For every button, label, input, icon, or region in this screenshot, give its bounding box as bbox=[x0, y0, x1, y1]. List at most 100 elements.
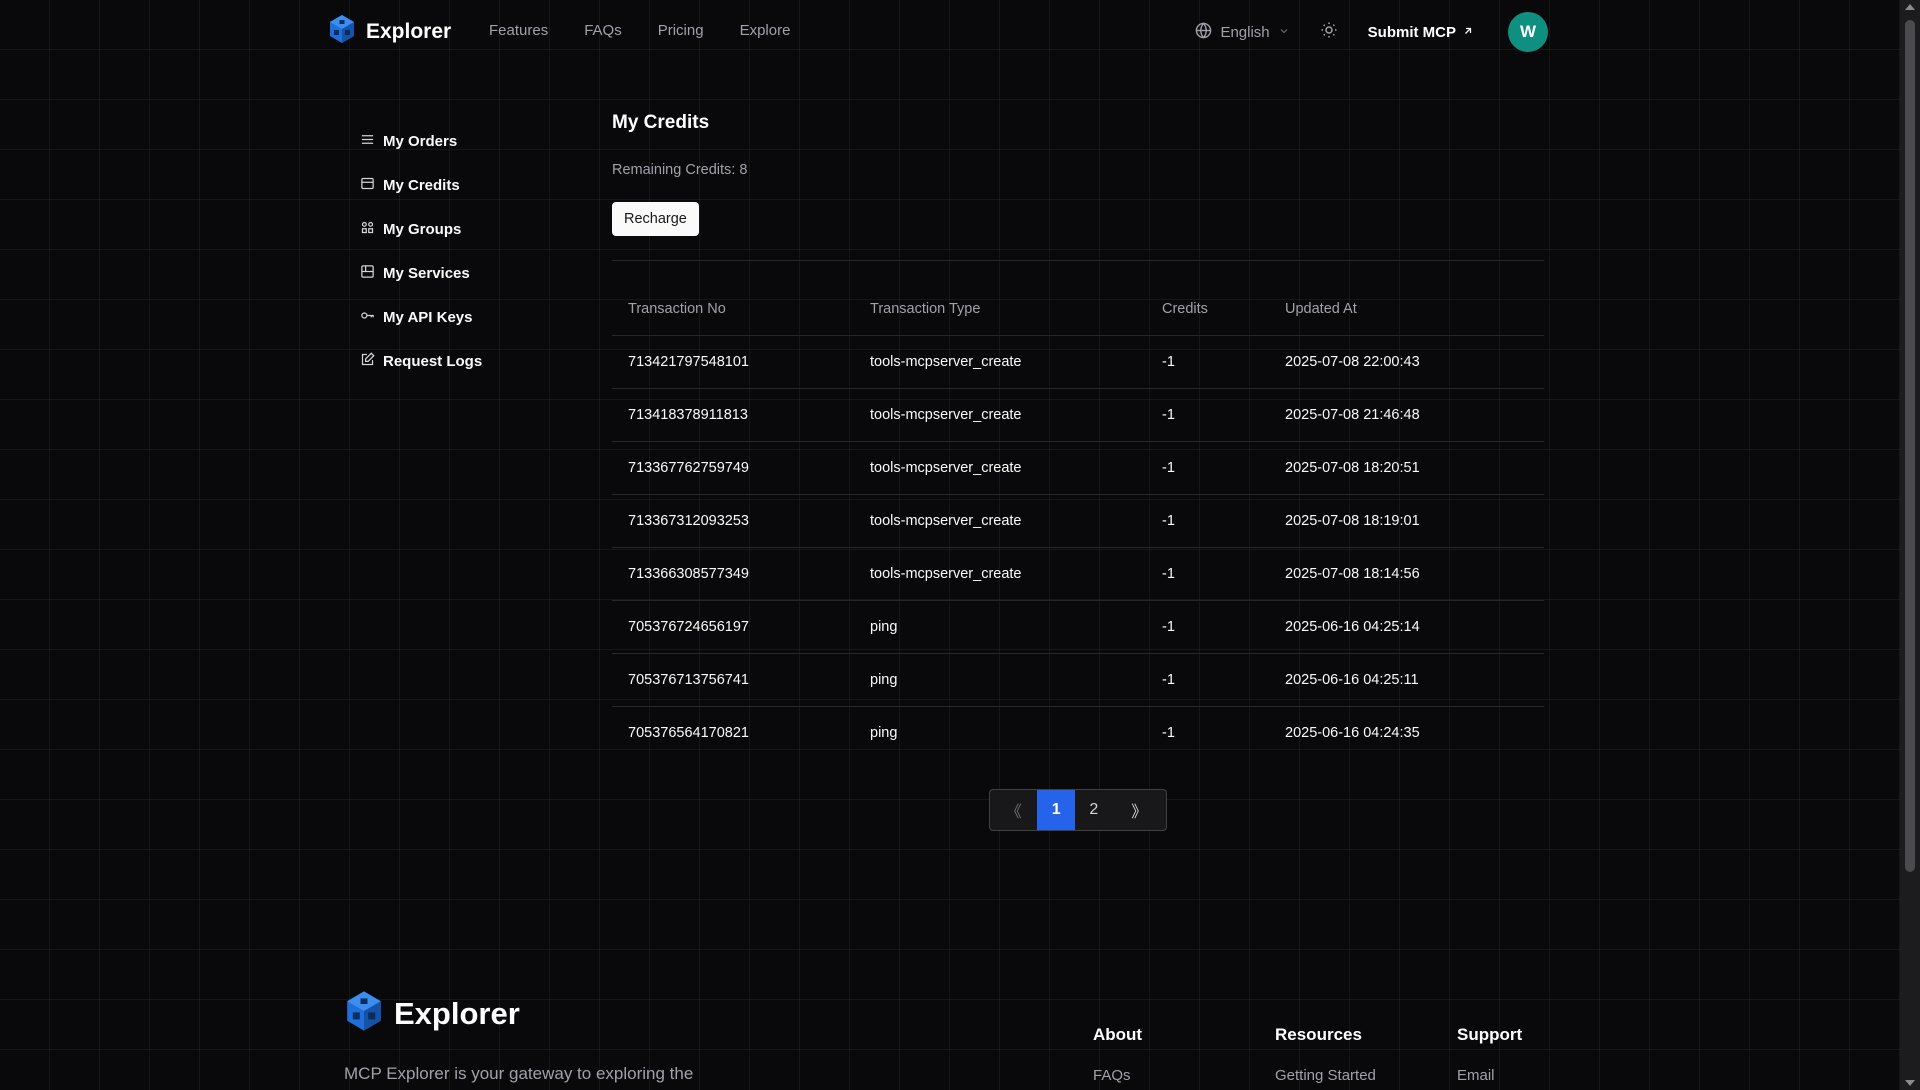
updated-at-cell: 2025-06-16 04:25:14 bbox=[1269, 600, 1544, 654]
brand-name: Explorer bbox=[366, 19, 452, 43]
sidebar-item-request-logs[interactable]: Request Logs bbox=[360, 339, 482, 383]
sidebar-item-label: Request Logs bbox=[383, 352, 483, 370]
transaction-type-cell: tools-mcpserver_create bbox=[854, 335, 1146, 389]
footer-link-faqs[interactable]: FAQs bbox=[1093, 1067, 1142, 1084]
transaction-no-cell: 713367762759749 bbox=[612, 441, 854, 495]
language-selector[interactable]: English bbox=[1195, 21, 1290, 43]
nav-features[interactable]: Features bbox=[489, 22, 548, 39]
transactions-table: Transaction No Transaction Type Credits … bbox=[612, 283, 1544, 759]
footer-heading: Resources bbox=[1275, 1025, 1362, 1044]
credits-cell: -1 bbox=[1146, 388, 1269, 442]
footer-link-getting-started[interactable]: Getting Started bbox=[1275, 1067, 1376, 1084]
column-header: Updated At bbox=[1269, 283, 1544, 336]
transaction-no-cell: 705376713756741 bbox=[612, 653, 854, 707]
sidebar-item-my-orders[interactable]: My Orders bbox=[360, 119, 482, 163]
transaction-type-cell: tools-mcpserver_create bbox=[854, 494, 1146, 548]
recharge-button[interactable]: Recharge bbox=[612, 202, 699, 236]
user-avatar[interactable]: W bbox=[1508, 12, 1548, 52]
footer-brand-name: Explorer bbox=[394, 995, 520, 1031]
transaction-no-cell: 705376724656197 bbox=[612, 600, 854, 654]
page: Explorer Features FAQs Pricing Explore E… bbox=[0, 0, 1920, 1090]
table-row: 713367762759749 tools-mcpserver_create -1 2… bbox=[612, 441, 1544, 495]
footer-heading: Support bbox=[1457, 1025, 1523, 1044]
updated-at-cell: 2025-07-08 18:14:56 bbox=[1269, 547, 1544, 601]
sun-icon bbox=[1320, 21, 1338, 44]
arrow-up-right-icon bbox=[1462, 24, 1474, 41]
submit-mcp-label: Submit MCP bbox=[1367, 23, 1456, 41]
theme-toggle[interactable] bbox=[1320, 21, 1338, 44]
next-page-button[interactable]: 》 bbox=[1113, 790, 1166, 830]
updated-at-cell: 2025-07-08 22:00:43 bbox=[1269, 335, 1544, 389]
transaction-no-cell: 713367312093253 bbox=[612, 494, 854, 548]
table-header-row: Transaction No Transaction Type Credits … bbox=[612, 283, 1544, 336]
table-row: 705376724656197 ping -1 2025-06-16 04:25:14 bbox=[612, 600, 1544, 654]
footer-link-email[interactable]: Email bbox=[1457, 1067, 1522, 1084]
credits-cell: -1 bbox=[1146, 653, 1269, 707]
footer-heading: About bbox=[1093, 1025, 1143, 1044]
scrollbar-thumb[interactable] bbox=[1905, 20, 1915, 872]
nav-pricing[interactable]: Pricing bbox=[658, 22, 704, 39]
transaction-no-cell: 713421797548101 bbox=[612, 335, 854, 389]
transaction-type-cell: tools-mcpserver_create bbox=[854, 441, 1146, 495]
nav-faqs[interactable]: FAQs bbox=[584, 22, 622, 39]
credits-panel: My Credits Remaining Credits: 8 Recharge… bbox=[612, 112, 1544, 759]
header-actions: English Submit MCP W bbox=[1195, 12, 1548, 52]
footer-column-about: About FAQs bbox=[1093, 1025, 1142, 1084]
prev-page-button[interactable]: 《 bbox=[990, 790, 1037, 830]
footer-brand[interactable]: Explorer bbox=[344, 990, 520, 1037]
scroll-down-arrow-icon[interactable] bbox=[1905, 1080, 1915, 1086]
page-title: My Credits bbox=[612, 112, 710, 133]
page-button-1[interactable]: 1 bbox=[1037, 790, 1076, 830]
footer-column-support: Support Email bbox=[1457, 1025, 1522, 1084]
log-edit-icon bbox=[360, 351, 375, 371]
table-row: 705376713756741 ping -1 2025-06-16 04:25:11 bbox=[612, 653, 1544, 707]
page-button-2[interactable]: 2 bbox=[1075, 790, 1113, 830]
updated-at-cell: 2025-06-16 04:24:35 bbox=[1285, 724, 1420, 741]
list-icon bbox=[360, 132, 375, 151]
footer-column-resources: Resources Getting Started bbox=[1275, 1025, 1376, 1084]
transaction-type-cell: tools-mcpserver_create bbox=[854, 388, 1146, 442]
services-icon bbox=[360, 264, 375, 283]
updated-at-cell: 2025-07-08 18:19:01 bbox=[1269, 494, 1544, 548]
scroll-up-arrow-icon[interactable] bbox=[1905, 4, 1915, 10]
table-body: 713421797548101 tools-mcpserver_create -1 2… bbox=[612, 335, 1544, 759]
transaction-no-cell: 713418378911813 bbox=[612, 388, 854, 442]
submit-mcp-link[interactable]: Submit MCP bbox=[1368, 24, 1474, 41]
table-row: 713418378911813 tools-mcpserver_create -1 2… bbox=[612, 388, 1544, 442]
sidebar-item-label: My Credits bbox=[383, 176, 460, 194]
key-icon bbox=[360, 308, 375, 327]
transaction-type-cell: ping bbox=[870, 724, 898, 741]
transaction-type-cell: ping bbox=[854, 653, 1146, 707]
column-header: Transaction No bbox=[612, 283, 854, 336]
sidebar-item-my-credits[interactable]: My Credits bbox=[360, 163, 482, 207]
column-header: Transaction Type bbox=[854, 283, 1146, 336]
account-sidebar: My Orders My Credits My Groups My Servic… bbox=[360, 119, 482, 383]
credits-cell: -1 bbox=[1146, 441, 1269, 495]
updated-at-cell: 2025-07-08 21:46:48 bbox=[1269, 388, 1544, 442]
brand-logo[interactable]: Explorer bbox=[328, 14, 451, 49]
nav-explore[interactable]: Explore bbox=[740, 22, 791, 39]
sidebar-item-label: My Orders bbox=[383, 132, 458, 150]
credit-card-icon bbox=[360, 176, 375, 195]
cube-logo-icon bbox=[328, 14, 356, 49]
main-nav: Features FAQs Pricing Explore bbox=[489, 22, 790, 39]
table-row: 705376564170821 ping -1 2025-06-16 04:24:35 bbox=[612, 706, 1544, 759]
credits-cell: -1 bbox=[1146, 494, 1269, 548]
transaction-no-cell: 705376564170821 bbox=[628, 724, 749, 741]
sidebar-item-my-services[interactable]: My Services bbox=[360, 251, 482, 295]
page-scrollbar[interactable] bbox=[1900, 0, 1920, 1090]
pagination: 《 1 2 》 bbox=[989, 789, 1167, 831]
updated-at-cell: 2025-07-08 18:20:51 bbox=[1269, 441, 1544, 495]
divider bbox=[612, 260, 1544, 261]
sidebar-item-my-groups[interactable]: My Groups bbox=[360, 207, 482, 251]
sidebar-item-my-api-keys[interactable]: My API Keys bbox=[360, 295, 482, 339]
updated-at-cell: 2025-06-16 04:25:11 bbox=[1269, 653, 1544, 707]
cube-logo-icon bbox=[344, 990, 384, 1037]
remaining-credits: Remaining Credits: 8 bbox=[612, 162, 748, 178]
table-row: 713367312093253 tools-mcpserver_create -1 2… bbox=[612, 494, 1544, 548]
sidebar-item-label: My API Keys bbox=[383, 308, 473, 326]
chevron-down-icon bbox=[1278, 24, 1290, 41]
top-header: Explorer Features FAQs Pricing Explore E… bbox=[0, 0, 1900, 64]
globe-icon bbox=[1195, 21, 1212, 43]
sidebar-item-label: My Services bbox=[383, 264, 470, 282]
